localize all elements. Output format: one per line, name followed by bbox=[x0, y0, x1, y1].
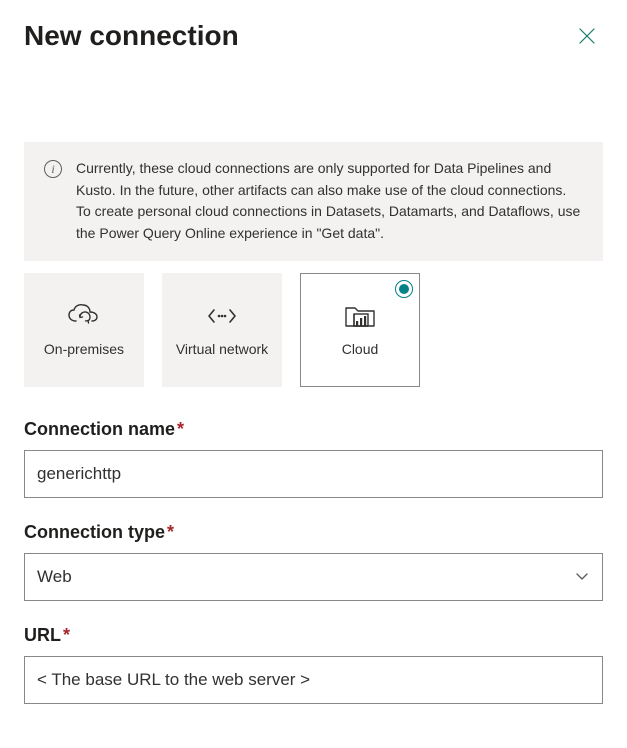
tile-label: Virtual network bbox=[176, 340, 268, 358]
tile-label: Cloud bbox=[342, 340, 379, 358]
connection-kind-tiles: On-premises Virtual network bbox=[24, 273, 603, 387]
connection-name-label: Connection name* bbox=[24, 419, 603, 440]
folder-chart-icon bbox=[344, 302, 376, 330]
network-icon bbox=[207, 302, 237, 330]
cloud-sync-icon bbox=[67, 302, 101, 330]
info-icon: i bbox=[44, 160, 62, 178]
required-asterisk: * bbox=[63, 625, 70, 645]
tile-virtual-network[interactable]: Virtual network bbox=[162, 273, 282, 387]
close-button[interactable] bbox=[571, 20, 603, 52]
required-asterisk: * bbox=[167, 522, 174, 542]
connection-type-label: Connection type* bbox=[24, 522, 603, 543]
url-label: URL* bbox=[24, 625, 603, 646]
required-asterisk: * bbox=[177, 419, 184, 439]
url-input[interactable] bbox=[24, 656, 603, 704]
info-text: Currently, these cloud connections are o… bbox=[76, 158, 583, 245]
connection-type-select[interactable]: Web bbox=[24, 553, 603, 601]
tile-label: On-premises bbox=[44, 340, 124, 358]
tile-cloud[interactable]: Cloud bbox=[300, 273, 420, 387]
info-banner: i Currently, these cloud connections are… bbox=[24, 142, 603, 261]
close-icon bbox=[577, 26, 597, 46]
page-title: New connection bbox=[24, 20, 239, 52]
connection-name-input[interactable] bbox=[24, 450, 603, 498]
selected-badge-icon bbox=[395, 280, 413, 298]
tile-on-premises[interactable]: On-premises bbox=[24, 273, 144, 387]
